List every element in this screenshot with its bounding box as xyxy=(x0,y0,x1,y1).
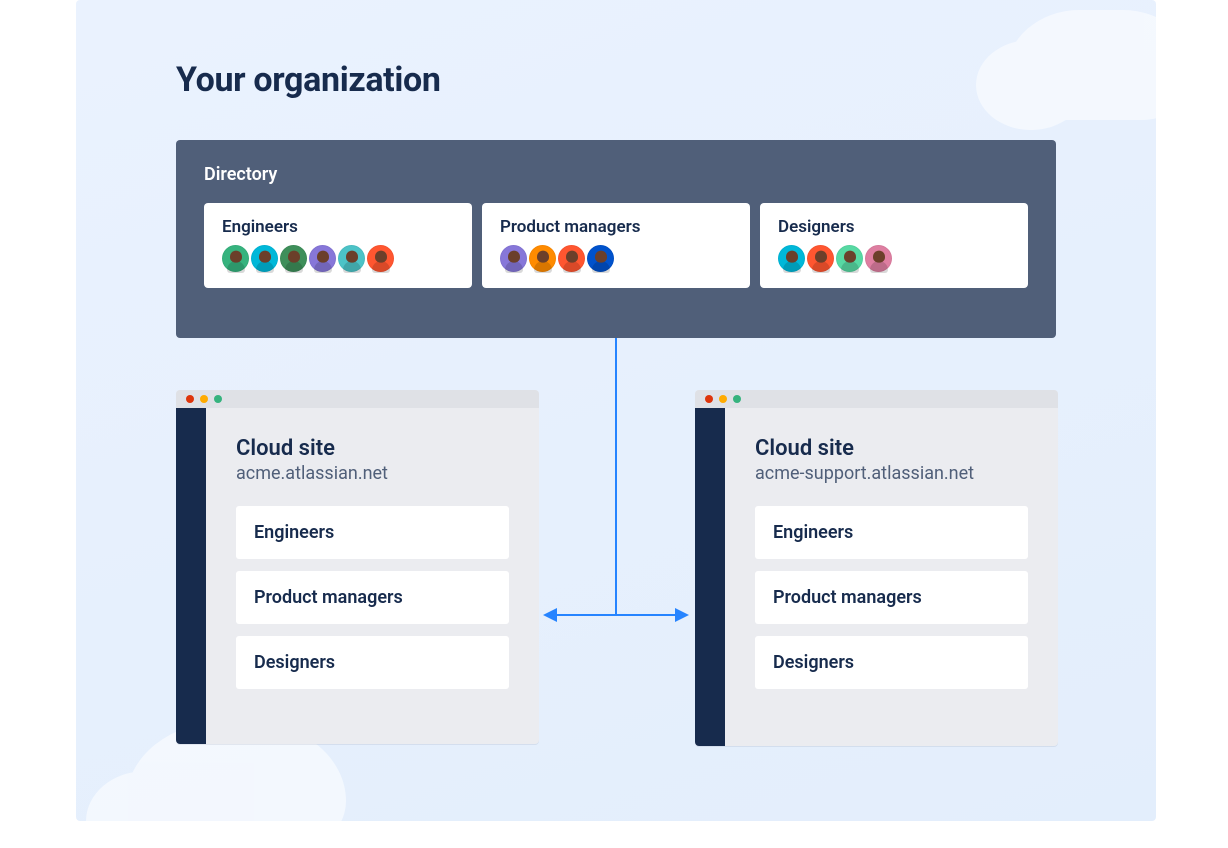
avatar-icon xyxy=(251,245,278,272)
site-group-item: Designers xyxy=(236,636,509,689)
avatar-icon xyxy=(500,245,527,272)
group-card-designers: Designers xyxy=(760,203,1028,288)
group-name: Engineers xyxy=(222,217,454,237)
connector-vertical xyxy=(615,338,617,616)
traffic-light-close-icon xyxy=(186,395,194,403)
group-card-engineers: Engineers xyxy=(204,203,472,288)
traffic-light-zoom-icon xyxy=(214,395,222,403)
window-titlebar xyxy=(695,390,1058,408)
avatar-row xyxy=(222,245,454,272)
page-title: Your organization xyxy=(176,60,441,100)
site-group-item: Product managers xyxy=(236,571,509,624)
directory-panel: Directory Engineers Product managers xyxy=(176,140,1056,338)
avatar-icon xyxy=(529,245,556,272)
group-name: Designers xyxy=(778,217,1010,237)
avatar-icon xyxy=(807,245,834,272)
cloud-site-window: Cloud site acme.atlassian.net Engineers … xyxy=(176,390,539,744)
avatar-icon xyxy=(222,245,249,272)
decorative-cloud-icon xyxy=(1006,10,1156,120)
avatar-icon xyxy=(865,245,892,272)
directory-title: Directory xyxy=(204,164,1028,185)
avatar-icon xyxy=(836,245,863,272)
directory-groups-row: Engineers Product managers xyxy=(204,203,1028,288)
site-heading: Cloud site xyxy=(236,436,509,461)
traffic-light-minimize-icon xyxy=(200,395,208,403)
avatar-icon xyxy=(778,245,805,272)
connector-horizontal xyxy=(556,614,676,616)
avatar-row xyxy=(778,245,1010,272)
site-heading: Cloud site xyxy=(755,436,1028,461)
diagram-canvas: Your organization Directory Engineers Pr… xyxy=(76,0,1156,821)
avatar-icon xyxy=(280,245,307,272)
arrow-right-icon xyxy=(675,608,689,622)
site-group-item: Engineers xyxy=(236,506,509,559)
avatar-icon xyxy=(558,245,585,272)
traffic-light-close-icon xyxy=(705,395,713,403)
site-url: acme.atlassian.net xyxy=(236,463,509,484)
group-card-product-managers: Product managers xyxy=(482,203,750,288)
site-sidebar xyxy=(695,408,725,746)
site-sidebar xyxy=(176,408,206,744)
avatar-icon xyxy=(587,245,614,272)
group-name: Product managers xyxy=(500,217,732,237)
cloud-site-window: Cloud site acme-support.atlassian.net En… xyxy=(695,390,1058,746)
site-group-item: Engineers xyxy=(755,506,1028,559)
site-url: acme-support.atlassian.net xyxy=(755,463,1028,484)
traffic-light-minimize-icon xyxy=(719,395,727,403)
avatar-icon xyxy=(309,245,336,272)
window-titlebar xyxy=(176,390,539,408)
site-group-item: Designers xyxy=(755,636,1028,689)
avatar-row xyxy=(500,245,732,272)
avatar-icon xyxy=(367,245,394,272)
arrow-left-icon xyxy=(543,608,557,622)
site-group-item: Product managers xyxy=(755,571,1028,624)
avatar-icon xyxy=(338,245,365,272)
traffic-light-zoom-icon xyxy=(733,395,741,403)
